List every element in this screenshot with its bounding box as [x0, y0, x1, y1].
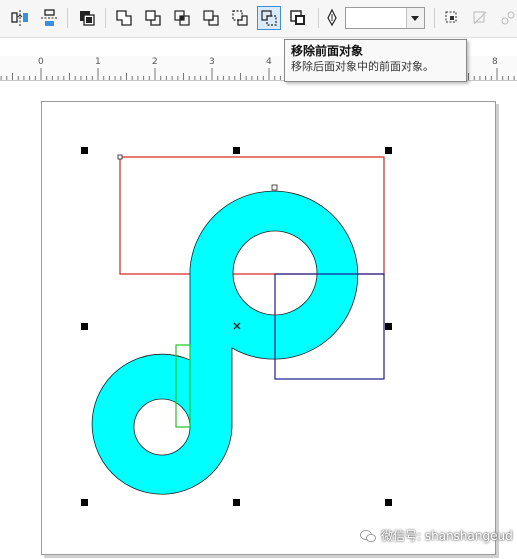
node-marker[interactable] [271, 184, 278, 191]
tooltip-title: 移除前面对象 [291, 44, 364, 58]
watermark-text: 微信号: shanshangeud [381, 529, 513, 543]
selection-handle-top[interactable] [233, 147, 240, 154]
selection-handle-top-left[interactable] [81, 147, 88, 154]
selection-handle-top-right[interactable] [385, 147, 392, 154]
selection-handle-bottom-right[interactable] [385, 499, 392, 506]
figure-eight-shape[interactable] [91, 190, 359, 495]
selection-handle-left[interactable] [81, 323, 88, 330]
tooltip-description: 移除后面对象中的前面对象。 [291, 60, 434, 73]
node-marker[interactable] [117, 154, 123, 160]
wechat-icon [360, 529, 376, 542]
selection-handle-bottom-left[interactable] [81, 499, 88, 506]
selection-handle-bottom[interactable] [233, 499, 240, 506]
selection-handle-right[interactable] [385, 323, 392, 330]
watermark: 微信号: shanshangeud [360, 527, 513, 544]
tooltip: 移除前面对象 移除后面对象中的前面对象。 [284, 39, 467, 82]
canvas-drawing [91, 154, 385, 495]
